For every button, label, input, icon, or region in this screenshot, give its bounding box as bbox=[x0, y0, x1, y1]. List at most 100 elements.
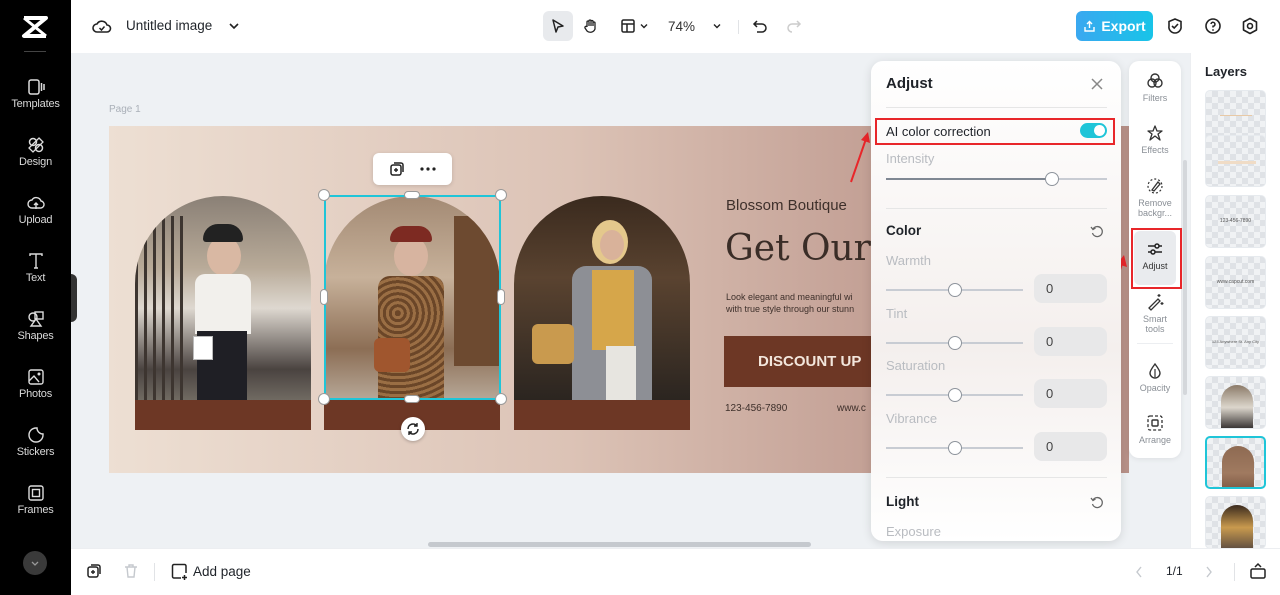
redo-button[interactable] bbox=[781, 11, 807, 41]
intensity-slider-track[interactable] bbox=[886, 172, 1107, 186]
saturation-slider[interactable] bbox=[886, 388, 1023, 402]
horizontal-scrollbar[interactable] bbox=[428, 542, 811, 547]
shield-check-icon[interactable] bbox=[1166, 17, 1184, 35]
document-title[interactable]: Untitled image bbox=[126, 18, 212, 33]
rail-item-design[interactable]: Design bbox=[0, 136, 71, 188]
resize-handle-top-left[interactable] bbox=[318, 189, 330, 201]
undo-button[interactable] bbox=[747, 11, 773, 41]
arrange-icon bbox=[1147, 415, 1163, 431]
rotate-handle[interactable] bbox=[401, 417, 425, 441]
divider bbox=[886, 208, 1107, 209]
rail-item-upload[interactable]: Upload bbox=[0, 194, 71, 246]
layer-thumbnail-selected[interactable] bbox=[1205, 436, 1266, 489]
reset-icon[interactable] bbox=[1090, 496, 1104, 510]
title-chevron-down-icon[interactable] bbox=[228, 21, 240, 31]
warmth-label: Warmth bbox=[886, 253, 932, 268]
tool-label: Opacity bbox=[1139, 383, 1171, 393]
rail-item-stickers[interactable]: Stickers bbox=[0, 426, 71, 478]
rail-label: Frames bbox=[17, 504, 54, 516]
resize-handle-left[interactable] bbox=[320, 289, 328, 305]
reset-icon[interactable] bbox=[1090, 225, 1104, 239]
duplicate-page-icon[interactable] bbox=[86, 563, 102, 579]
cloud-sync-icon[interactable] bbox=[92, 17, 112, 35]
select-tool-button[interactable] bbox=[543, 11, 573, 41]
hand-icon bbox=[584, 18, 596, 33]
tool-smart-tools[interactable]: Smart tools bbox=[1129, 293, 1181, 334]
pages-panel-icon[interactable] bbox=[1249, 562, 1267, 580]
add-page-button[interactable]: Add page bbox=[171, 563, 251, 580]
resize-handle-right[interactable] bbox=[497, 289, 505, 305]
help-icon[interactable] bbox=[1204, 17, 1222, 35]
collapse-panel-handle[interactable] bbox=[71, 274, 77, 322]
tint-value-input[interactable]: 0 bbox=[1034, 327, 1107, 356]
zoom-dropdown[interactable]: 74% bbox=[664, 11, 726, 41]
headline-text[interactable]: Get Our bbox=[725, 228, 871, 269]
body-copy-text[interactable]: Look elegant and meaningful wi with true… bbox=[726, 291, 854, 315]
vibrance-slider[interactable] bbox=[886, 441, 1023, 455]
resize-handle-bottom-right[interactable] bbox=[495, 393, 507, 405]
warmth-slider-thumb[interactable] bbox=[947, 283, 962, 297]
layer-thumbnail[interactable]: 123-456-7890 bbox=[1205, 195, 1266, 248]
tool-filters[interactable]: Filters bbox=[1129, 72, 1181, 103]
rail-more-button[interactable] bbox=[23, 551, 47, 575]
rail-item-frames[interactable]: Frames bbox=[0, 484, 71, 536]
phone-text[interactable]: 123-456-7890 bbox=[725, 403, 787, 414]
tint-slider-thumb[interactable] bbox=[947, 336, 962, 350]
ai-color-correction-toggle[interactable] bbox=[1080, 123, 1107, 138]
capcut-logo-icon[interactable] bbox=[20, 14, 50, 40]
panel-title: Adjust bbox=[886, 75, 933, 92]
layer-thumbnail[interactable] bbox=[1205, 376, 1266, 429]
tint-slider[interactable] bbox=[886, 336, 1023, 350]
warmth-slider[interactable] bbox=[886, 283, 1023, 297]
vibrance-slider-thumb[interactable] bbox=[947, 441, 962, 455]
tool-remove-background[interactable]: Remove backgr... bbox=[1129, 177, 1181, 218]
layer-thumbnail[interactable] bbox=[1205, 496, 1266, 549]
resize-handle-top-right[interactable] bbox=[495, 189, 507, 201]
duplicate-icon[interactable] bbox=[389, 161, 405, 177]
next-page-icon[interactable] bbox=[1204, 565, 1214, 579]
layer-thumbnail[interactable]: 123 Anywhere St. Any City bbox=[1205, 316, 1266, 369]
previous-page-icon[interactable] bbox=[1134, 565, 1144, 579]
tool-arrange[interactable]: Arrange bbox=[1129, 414, 1181, 445]
tool-opacity[interactable]: Opacity bbox=[1129, 362, 1181, 393]
delete-page-icon[interactable] bbox=[123, 563, 139, 579]
templates-icon bbox=[27, 79, 45, 95]
saturation-value-input[interactable]: 0 bbox=[1034, 379, 1107, 408]
layout-menu-button[interactable] bbox=[616, 11, 652, 41]
light-section-title: Light bbox=[886, 494, 919, 509]
settings-icon[interactable] bbox=[1241, 17, 1259, 35]
resize-handle-top[interactable] bbox=[404, 191, 420, 199]
close-icon[interactable] bbox=[1089, 76, 1105, 92]
selection-box[interactable] bbox=[324, 195, 501, 400]
layers-title: Layers bbox=[1205, 64, 1247, 79]
rail-item-templates[interactable]: Templates bbox=[0, 78, 71, 130]
rail-item-photos[interactable]: Photos bbox=[0, 368, 71, 420]
panel-scrollbar[interactable] bbox=[1183, 160, 1187, 395]
photo-woman-yellow-blouse[interactable] bbox=[514, 196, 690, 400]
export-button[interactable]: Export bbox=[1076, 11, 1153, 41]
resize-handle-bottom-left[interactable] bbox=[318, 393, 330, 405]
divider bbox=[1137, 343, 1173, 344]
discount-banner[interactable]: DISCOUNT UP bbox=[724, 336, 884, 387]
photo-woman-white-sweater[interactable] bbox=[135, 196, 311, 400]
warmth-value-input[interactable]: 0 bbox=[1034, 274, 1107, 303]
brand-name-text[interactable]: Blossom Boutique bbox=[726, 197, 847, 214]
rail-item-shapes[interactable]: Shapes bbox=[0, 310, 71, 362]
redo-icon bbox=[787, 20, 802, 33]
more-options-icon[interactable] bbox=[420, 167, 436, 171]
intensity-slider-fill bbox=[886, 178, 1052, 180]
rail-item-text[interactable]: Text bbox=[0, 252, 71, 304]
intensity-slider-thumb[interactable] bbox=[1044, 172, 1059, 186]
layer-thumbnail[interactable]: www.capcut.com bbox=[1205, 256, 1266, 309]
layer-thumbnail[interactable] bbox=[1205, 135, 1266, 187]
resize-handle-bottom[interactable] bbox=[404, 395, 420, 403]
divider bbox=[1234, 563, 1235, 581]
layers-panel: Layers 123-456-7890 www.capcut.com 123 A… bbox=[1190, 53, 1280, 549]
hand-tool-button[interactable] bbox=[576, 11, 606, 41]
rail-label: Templates bbox=[11, 98, 60, 110]
photos-icon bbox=[27, 369, 44, 385]
tool-effects[interactable]: Effects bbox=[1129, 124, 1181, 155]
website-text[interactable]: www.c bbox=[837, 403, 866, 414]
saturation-slider-thumb[interactable] bbox=[947, 388, 962, 402]
vibrance-value-input[interactable]: 0 bbox=[1034, 432, 1107, 461]
